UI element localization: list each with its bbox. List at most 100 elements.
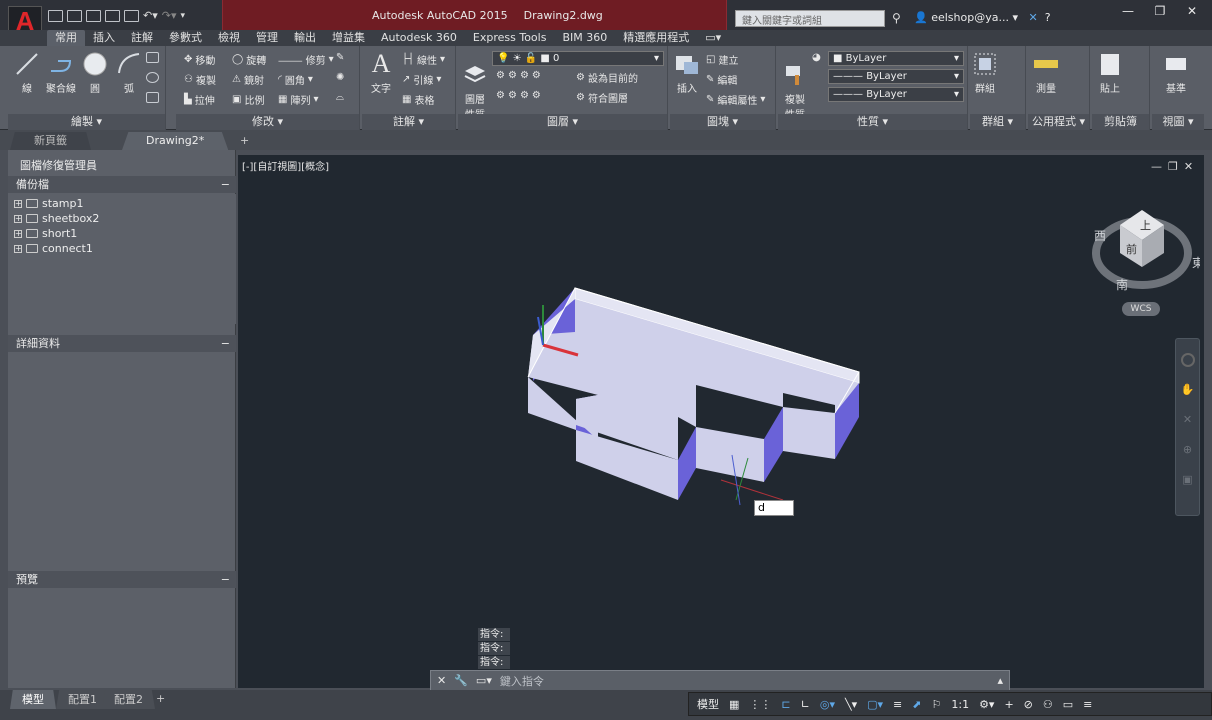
tab-parametric[interactable]: 參數式 (161, 30, 210, 46)
layer-properties-button[interactable]: 圖層 性質 (460, 50, 490, 121)
open-file-icon[interactable] (67, 9, 82, 22)
tab-drawing2[interactable]: Drawing2* (122, 132, 229, 150)
tab-insert[interactable]: 插入 (85, 30, 123, 46)
tab-model[interactable]: 模型 (10, 690, 56, 709)
scale-button[interactable]: ▣ 比例 (232, 92, 264, 107)
annotation-scale-button[interactable]: 1:1 (951, 698, 969, 711)
redo-icon[interactable]: ↷▾ (162, 9, 177, 22)
pan-icon[interactable]: ✋ (1181, 383, 1195, 397)
3d-model-canvas[interactable] (238, 155, 1204, 688)
list-item[interactable]: + connect1 (8, 241, 236, 256)
move-button[interactable]: ✥ 移動 (184, 52, 215, 67)
arc-button[interactable]: 弧 (112, 50, 146, 95)
selection-cycling-icon[interactable]: ⬈ (912, 698, 921, 711)
draw-panel-title[interactable]: 繪製 ▾ (8, 114, 165, 130)
customization-icon[interactable]: ≡ (1083, 698, 1092, 711)
make-current-button[interactable]: ⚙ 設為目前的 (576, 70, 638, 85)
tab-home[interactable]: 常用 (47, 30, 85, 46)
match-layer-button[interactable]: ⚙ 符合圖層 (576, 90, 628, 105)
hatch-icon[interactable] (146, 72, 159, 83)
explode-icon[interactable]: ✺ (336, 72, 344, 83)
new-file-icon[interactable] (48, 9, 63, 22)
layer-tools-row2[interactable]: ⚙ ⚙ ⚙ ⚙ (496, 90, 541, 101)
tab-a360[interactable]: Autodesk 360 (373, 30, 465, 46)
command-history-toggle-icon[interactable]: ▴ (997, 674, 1003, 687)
tab-output[interactable]: 輸出 (286, 30, 324, 46)
grid-icon[interactable]: ▦ (729, 698, 739, 711)
showmotion-icon[interactable]: ▣ (1181, 473, 1195, 487)
list-item[interactable]: + short1 (8, 226, 236, 241)
linear-dim-button[interactable]: ├┤ 線性 ▾ (402, 52, 445, 67)
base-view-button[interactable]: 基準 (1154, 50, 1198, 95)
create-block-button[interactable]: ◱ 建立 (706, 52, 738, 67)
snap-icon[interactable]: ⋮⋮ (749, 698, 771, 711)
model-space-button[interactable]: 模型 (697, 696, 719, 712)
tab-layout2[interactable]: 配置2 (102, 690, 155, 709)
layer-tools-row1[interactable]: ⚙ ⚙ ⚙ ⚙ (496, 70, 541, 81)
tab-bim360[interactable]: BIM 360 (554, 30, 615, 46)
ortho-icon[interactable]: ∟ (801, 698, 810, 711)
close-command-line-icon[interactable]: ✕ (437, 674, 446, 687)
customize-toolbar-icon[interactable]: ▾ (181, 11, 186, 21)
polyline-button[interactable]: 聚合線 (44, 50, 78, 95)
paste-button[interactable]: 貼上 (1094, 50, 1126, 95)
line-button[interactable]: 線 (10, 50, 44, 95)
osnap-icon[interactable]: ▢▾ (867, 698, 883, 711)
list-item[interactable]: + stamp1 (8, 196, 236, 211)
block-panel-title[interactable]: 圖塊 ▾ (670, 114, 775, 130)
clean-screen-icon[interactable]: ▭ (1063, 698, 1073, 711)
isolate-icon[interactable]: ⊘ (1024, 698, 1033, 711)
zoom-icon[interactable]: ✕ (1181, 413, 1195, 427)
linetype-dropdown[interactable]: ——— ByLayer ▾ (828, 69, 964, 84)
erase-icon[interactable]: ✎ (336, 52, 344, 63)
edit-attributes-button[interactable]: ✎ 編輯屬性 ▾ (706, 92, 765, 107)
mirror-button[interactable]: ⚠ 鏡射 (232, 72, 264, 87)
polar-icon[interactable]: ◎▾ (820, 698, 835, 711)
add-layout-button[interactable]: + (156, 692, 165, 705)
infer-constraints-icon[interactable]: ⊏ (781, 698, 790, 711)
list-item[interactable]: + sheetbox2 (8, 211, 236, 226)
insert-block-button[interactable]: 插入 (672, 50, 702, 95)
circle-button[interactable]: 圓 (78, 50, 112, 95)
annotation-visibility-icon[interactable]: ⚐ (931, 698, 941, 711)
match-properties-button[interactable]: 複製 性質 (780, 50, 810, 121)
array-button[interactable]: ▦ 陣列 ▾ (278, 92, 318, 107)
tab-layout1[interactable]: 配置1 (56, 690, 109, 709)
dynamic-input-box[interactable]: d (754, 500, 794, 516)
properties-panel-title[interactable]: 性質 ▾ (778, 114, 967, 130)
user-account[interactable]: 👤 eelshop@ya... ▾ ✕ ? (914, 11, 1051, 24)
search-input[interactable]: 鍵入關鍵字或詞組 (735, 10, 885, 27)
undo-icon[interactable]: ↶▾ (143, 9, 158, 22)
isodraft-icon[interactable]: ╲▾ (845, 698, 857, 711)
details-header[interactable]: 詳細資料 − (8, 335, 236, 352)
region-icon[interactable] (146, 92, 159, 103)
tab-express-tools[interactable]: Express Tools (465, 30, 555, 46)
tab-annotate[interactable]: 註解 (123, 30, 161, 46)
group-button[interactable]: 群組 (970, 50, 1000, 95)
rectangle-icon[interactable] (146, 52, 159, 63)
hardware-accel-icon[interactable]: ⚇ (1043, 698, 1053, 711)
lineweight-icon[interactable]: ≡ (893, 698, 902, 711)
table-button[interactable]: ▦ 表格 (402, 92, 434, 107)
plus-icon[interactable]: + (1004, 698, 1013, 711)
groups-panel-title[interactable]: 群組 ▾ (970, 114, 1025, 130)
color-dropdown[interactable]: ■ ByLayer ▾ (828, 51, 964, 66)
restore-button[interactable]: ❐ (1144, 4, 1176, 20)
view-panel-title[interactable]: 視圖 ▾ (1152, 114, 1204, 130)
close-button[interactable]: ✕ (1176, 4, 1208, 20)
fillet-button[interactable]: ◜ 圓角 ▾ (278, 72, 313, 87)
utilities-panel-title[interactable]: 公用程式 ▾ (1028, 114, 1089, 130)
minimize-button[interactable]: — (1112, 4, 1144, 20)
trim-button[interactable]: ⸻ 修剪 ▾ (278, 52, 334, 67)
tab-featured-apps[interactable]: 精選應用程式 (615, 30, 697, 46)
command-prompt-icon[interactable]: ▭▾ (476, 674, 492, 687)
tab-toggle-icon[interactable]: ▭▾ (697, 30, 729, 46)
binoculars-icon[interactable]: ⚲ (892, 11, 906, 25)
tab-view[interactable]: 檢視 (210, 30, 248, 46)
preview-header[interactable]: 預覽 − (8, 571, 236, 588)
new-tab-button[interactable]: + (240, 134, 249, 147)
text-button[interactable]: A 文字 (366, 49, 396, 95)
rotate-button[interactable]: ◯ 旋轉 (232, 52, 266, 67)
copy-button[interactable]: ⚇ 複製 (184, 72, 216, 87)
layer-dropdown[interactable]: 💡 ☀ 🔓 ■ 0 ▾ (492, 51, 664, 66)
